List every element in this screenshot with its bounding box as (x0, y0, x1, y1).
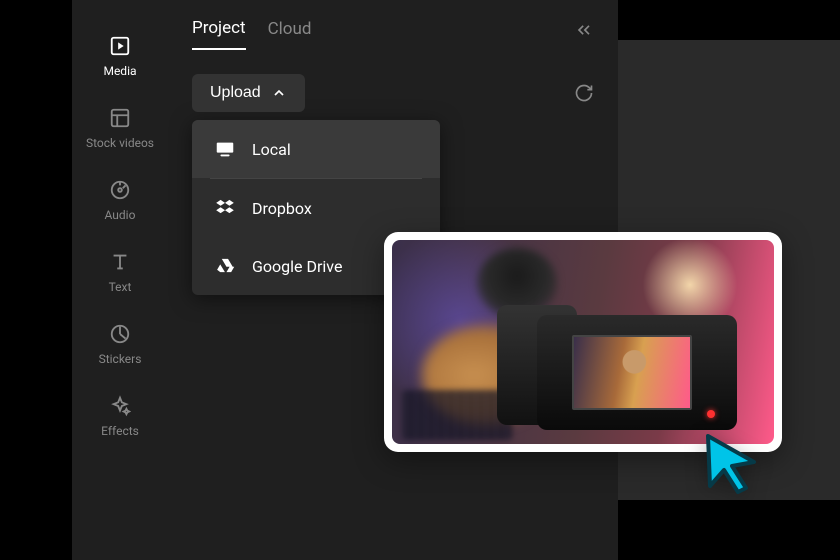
sidebar-item-label: Effects (101, 424, 139, 438)
sidebar-item-media[interactable]: Media (72, 20, 168, 92)
sidebar-item-label: Audio (105, 208, 136, 222)
sidebar-item-effects[interactable]: Effects (72, 380, 168, 452)
monitor-icon (214, 138, 236, 160)
sidebar-item-label: Text (109, 280, 132, 294)
upload-row: Upload (192, 74, 594, 112)
clock-slice-icon (108, 322, 132, 346)
chevrons-left-icon (574, 20, 594, 40)
sidebar-item-label: Media (103, 64, 136, 78)
sidebar-item-text[interactable]: Text (72, 236, 168, 308)
refresh-button[interactable] (574, 83, 594, 103)
disc-icon (108, 178, 132, 202)
refresh-icon (574, 83, 594, 103)
collapse-panel-button[interactable] (574, 20, 594, 40)
chevron-up-icon (271, 85, 287, 101)
dropdown-item-label: Google Drive (252, 257, 342, 276)
drive-icon (214, 255, 236, 277)
dropdown-item-local[interactable]: Local (192, 120, 440, 178)
sparkle-icon (108, 394, 132, 418)
sidebar-item-stock-videos[interactable]: Stock videos (72, 92, 168, 164)
sidebar-item-label: Stickers (99, 352, 142, 366)
sidebar-item-label: Stock videos (86, 136, 154, 150)
sidebar-item-stickers[interactable]: Stickers (72, 308, 168, 380)
panel-tabs: Project Cloud (192, 18, 594, 50)
play-square-icon (108, 34, 132, 58)
tab-cloud[interactable]: Cloud (268, 19, 312, 49)
thumbnail-image (392, 240, 774, 444)
dropdown-item-label: Local (252, 140, 291, 159)
upload-button[interactable]: Upload (192, 74, 305, 112)
dropbox-icon (214, 197, 236, 219)
layout-icon (108, 106, 132, 130)
upload-button-label: Upload (210, 84, 261, 102)
tab-project[interactable]: Project (192, 18, 246, 50)
type-icon (108, 250, 132, 274)
dropdown-item-label: Dropbox (252, 199, 312, 218)
cursor-pointer-icon (702, 432, 762, 498)
media-preview-thumbnail[interactable] (384, 232, 782, 452)
sidebar-item-audio[interactable]: Audio (72, 164, 168, 236)
dropdown-item-dropbox[interactable]: Dropbox (192, 179, 440, 237)
left-sidebar: Media Stock videos Audio Text Stickers E… (72, 0, 168, 560)
